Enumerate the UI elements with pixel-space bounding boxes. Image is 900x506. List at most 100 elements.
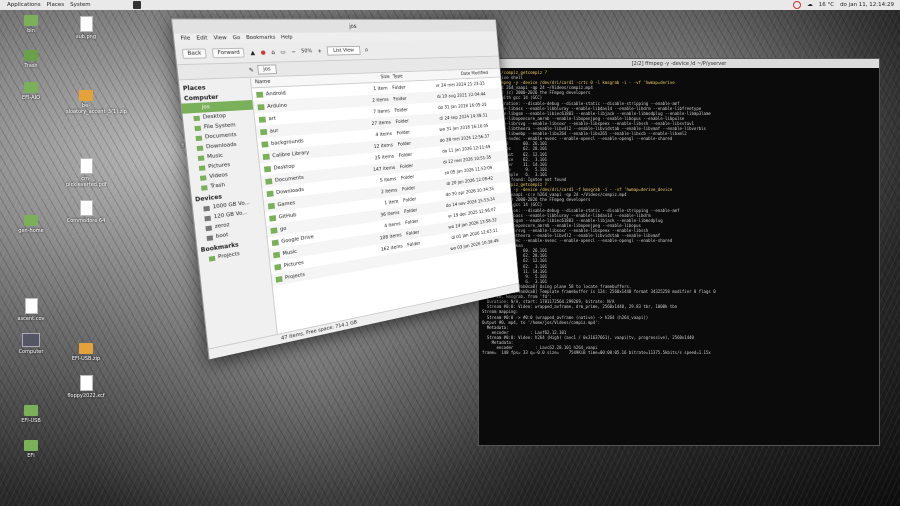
file-name: Downloads — [275, 186, 305, 196]
file-type — [404, 250, 446, 257]
file-name: Projects — [284, 271, 306, 281]
folder-icon — [256, 91, 264, 98]
power-icon[interactable] — [793, 1, 802, 9]
folder-icon — [258, 116, 266, 123]
zoom-out-icon[interactable]: − — [291, 48, 296, 55]
zoom-in-icon[interactable]: + — [317, 48, 322, 55]
trash-icon — [24, 50, 38, 61]
drive-icon — [204, 215, 211, 221]
desktop-icon-efi-usb-zip[interactable]: EFI-USB.zip — [66, 343, 106, 362]
weather-icon: ☁ — [807, 2, 813, 8]
terminal-title: [2/2] ffmpeg -y -device /d ~/P/yserver — [631, 60, 727, 67]
drive-icon — [206, 234, 214, 241]
desktop-icon-gen-home[interactable]: gen-home — [11, 215, 51, 234]
sidebar-item-label: boot — [215, 232, 229, 240]
sidebar-item-label: zeroz — [214, 222, 230, 230]
file-size: 4 items — [375, 130, 393, 138]
desktop-icon-floppy[interactable]: floppy2022.xcf — [66, 375, 106, 399]
folder-icon — [269, 214, 277, 222]
file-size: 7 items — [372, 108, 390, 115]
desktop-icon-zip[interactable]: be-sloatory_accent_3(1).zip — [66, 90, 127, 115]
col-size[interactable]: Size — [345, 74, 390, 81]
folder-icon — [24, 82, 38, 93]
clock[interactable]: do jan 11, 12:14:29 — [840, 2, 894, 8]
panel-app-icon[interactable] — [133, 1, 141, 9]
sidebar-item-label: Projects — [217, 251, 241, 261]
file-type: Folder — [395, 118, 410, 125]
menu-view[interactable]: View — [213, 35, 227, 41]
desktop-icon-ascent[interactable]: ascent.cov — [11, 298, 51, 322]
desktop-icon-efi-usb[interactable]: EFI-USB — [11, 405, 51, 424]
search-icon[interactable]: ⌕ — [364, 46, 369, 55]
file-size: 1 item — [373, 85, 388, 92]
panel-menu-applications[interactable]: Applications — [7, 2, 41, 8]
file-name: aur — [269, 127, 279, 135]
location-toggle-icon[interactable]: ✎ — [249, 67, 255, 74]
menu-bookmarks[interactable]: Bookmarks — [246, 35, 276, 41]
folder-icon — [261, 140, 269, 148]
file-name: backgrounds — [270, 138, 304, 147]
file-name: Games — [277, 199, 296, 208]
folder-icon — [195, 135, 203, 141]
desktop-icon-pdf[interactable]: cm-pickleverted.pdf — [66, 158, 107, 188]
folder-icon — [275, 275, 283, 283]
view-mode-select[interactable]: List View — [326, 45, 361, 56]
back-button[interactable]: Back — [181, 48, 208, 59]
desktop-icon-efi[interactable]: EFI — [11, 440, 51, 459]
sidebar-section-header: Places — [182, 84, 206, 93]
panel-menu-system[interactable]: System — [70, 2, 91, 8]
sidebar-item-label: Trash — [210, 182, 226, 190]
file-manager-container: jos File Edit View Go Bookmarks Help Bac… — [170, 18, 610, 440]
file-date: di 10 aug 2021 22:04:44 — [436, 91, 486, 100]
fm-title: jos — [348, 22, 357, 30]
desktop-icon-sub-png[interactable]: sub.png — [66, 16, 106, 40]
file-name: art — [268, 115, 277, 122]
menu-file[interactable]: File — [180, 36, 190, 42]
zoom-level: 50% — [300, 48, 313, 55]
folder-icon — [24, 15, 38, 26]
col-date[interactable]: Date Modified — [431, 71, 488, 78]
temperature: 16 °C — [818, 2, 835, 8]
panel-menu-places[interactable]: Places — [47, 2, 65, 8]
sidebar-item-label: Pictures — [207, 162, 231, 171]
folder-icon — [199, 174, 207, 181]
file-name: GitHub — [278, 211, 297, 220]
up-arrow-icon[interactable]: ▲ — [250, 49, 255, 56]
folder-icon — [197, 154, 205, 161]
sidebar-item-label: Desktop — [202, 113, 227, 121]
file-date: vr 24 mei 2024 21:23:33 — [435, 81, 485, 89]
folder-icon — [257, 103, 265, 110]
home-icon[interactable]: ⌂ — [271, 49, 275, 56]
folder-icon — [262, 153, 270, 160]
forward-button[interactable]: Forward — [212, 47, 246, 59]
sidebar-item-label: Videos — [209, 172, 229, 180]
folder-icon — [265, 177, 273, 185]
desktop-icon-bin[interactable]: bin — [11, 15, 51, 34]
menu-go[interactable]: Go — [232, 35, 240, 41]
file-manager-window[interactable]: jos File Edit View Go Bookmarks Help Bac… — [170, 18, 520, 360]
computer-icon[interactable]: ▭ — [280, 49, 286, 56]
desktop-icon-commodore[interactable]: Commodore 64 — [66, 200, 106, 224]
desktop-icon-trash[interactable]: Trash — [11, 50, 51, 69]
file-icon — [79, 375, 93, 391]
folder-icon — [194, 125, 202, 131]
desktop-icon-efi-aio[interactable]: EFI-AIO — [11, 82, 51, 101]
folder-icon — [272, 251, 281, 258]
sidebar-item-label: Music — [206, 152, 224, 161]
file-date: do 31 jan 2018 16:05:29 — [437, 102, 487, 111]
file-name: Documents — [274, 174, 304, 184]
menu-edit[interactable]: Edit — [196, 35, 208, 41]
file-type: Folder — [392, 84, 406, 91]
folder-icon — [270, 226, 278, 234]
col-type[interactable]: Type — [389, 73, 431, 80]
stop-icon[interactable]: ● — [260, 49, 266, 56]
folder-icon — [24, 440, 38, 451]
breadcrumb-jos[interactable]: jos — [257, 64, 277, 75]
folder-icon — [208, 255, 216, 262]
folder-icon — [200, 184, 208, 191]
folder-icon — [271, 239, 279, 246]
desktop-icon-computer[interactable]: Computer — [11, 333, 51, 355]
menu-help[interactable]: Help — [281, 35, 293, 41]
file-type: Folder — [396, 129, 411, 136]
computer-icon — [22, 333, 40, 347]
